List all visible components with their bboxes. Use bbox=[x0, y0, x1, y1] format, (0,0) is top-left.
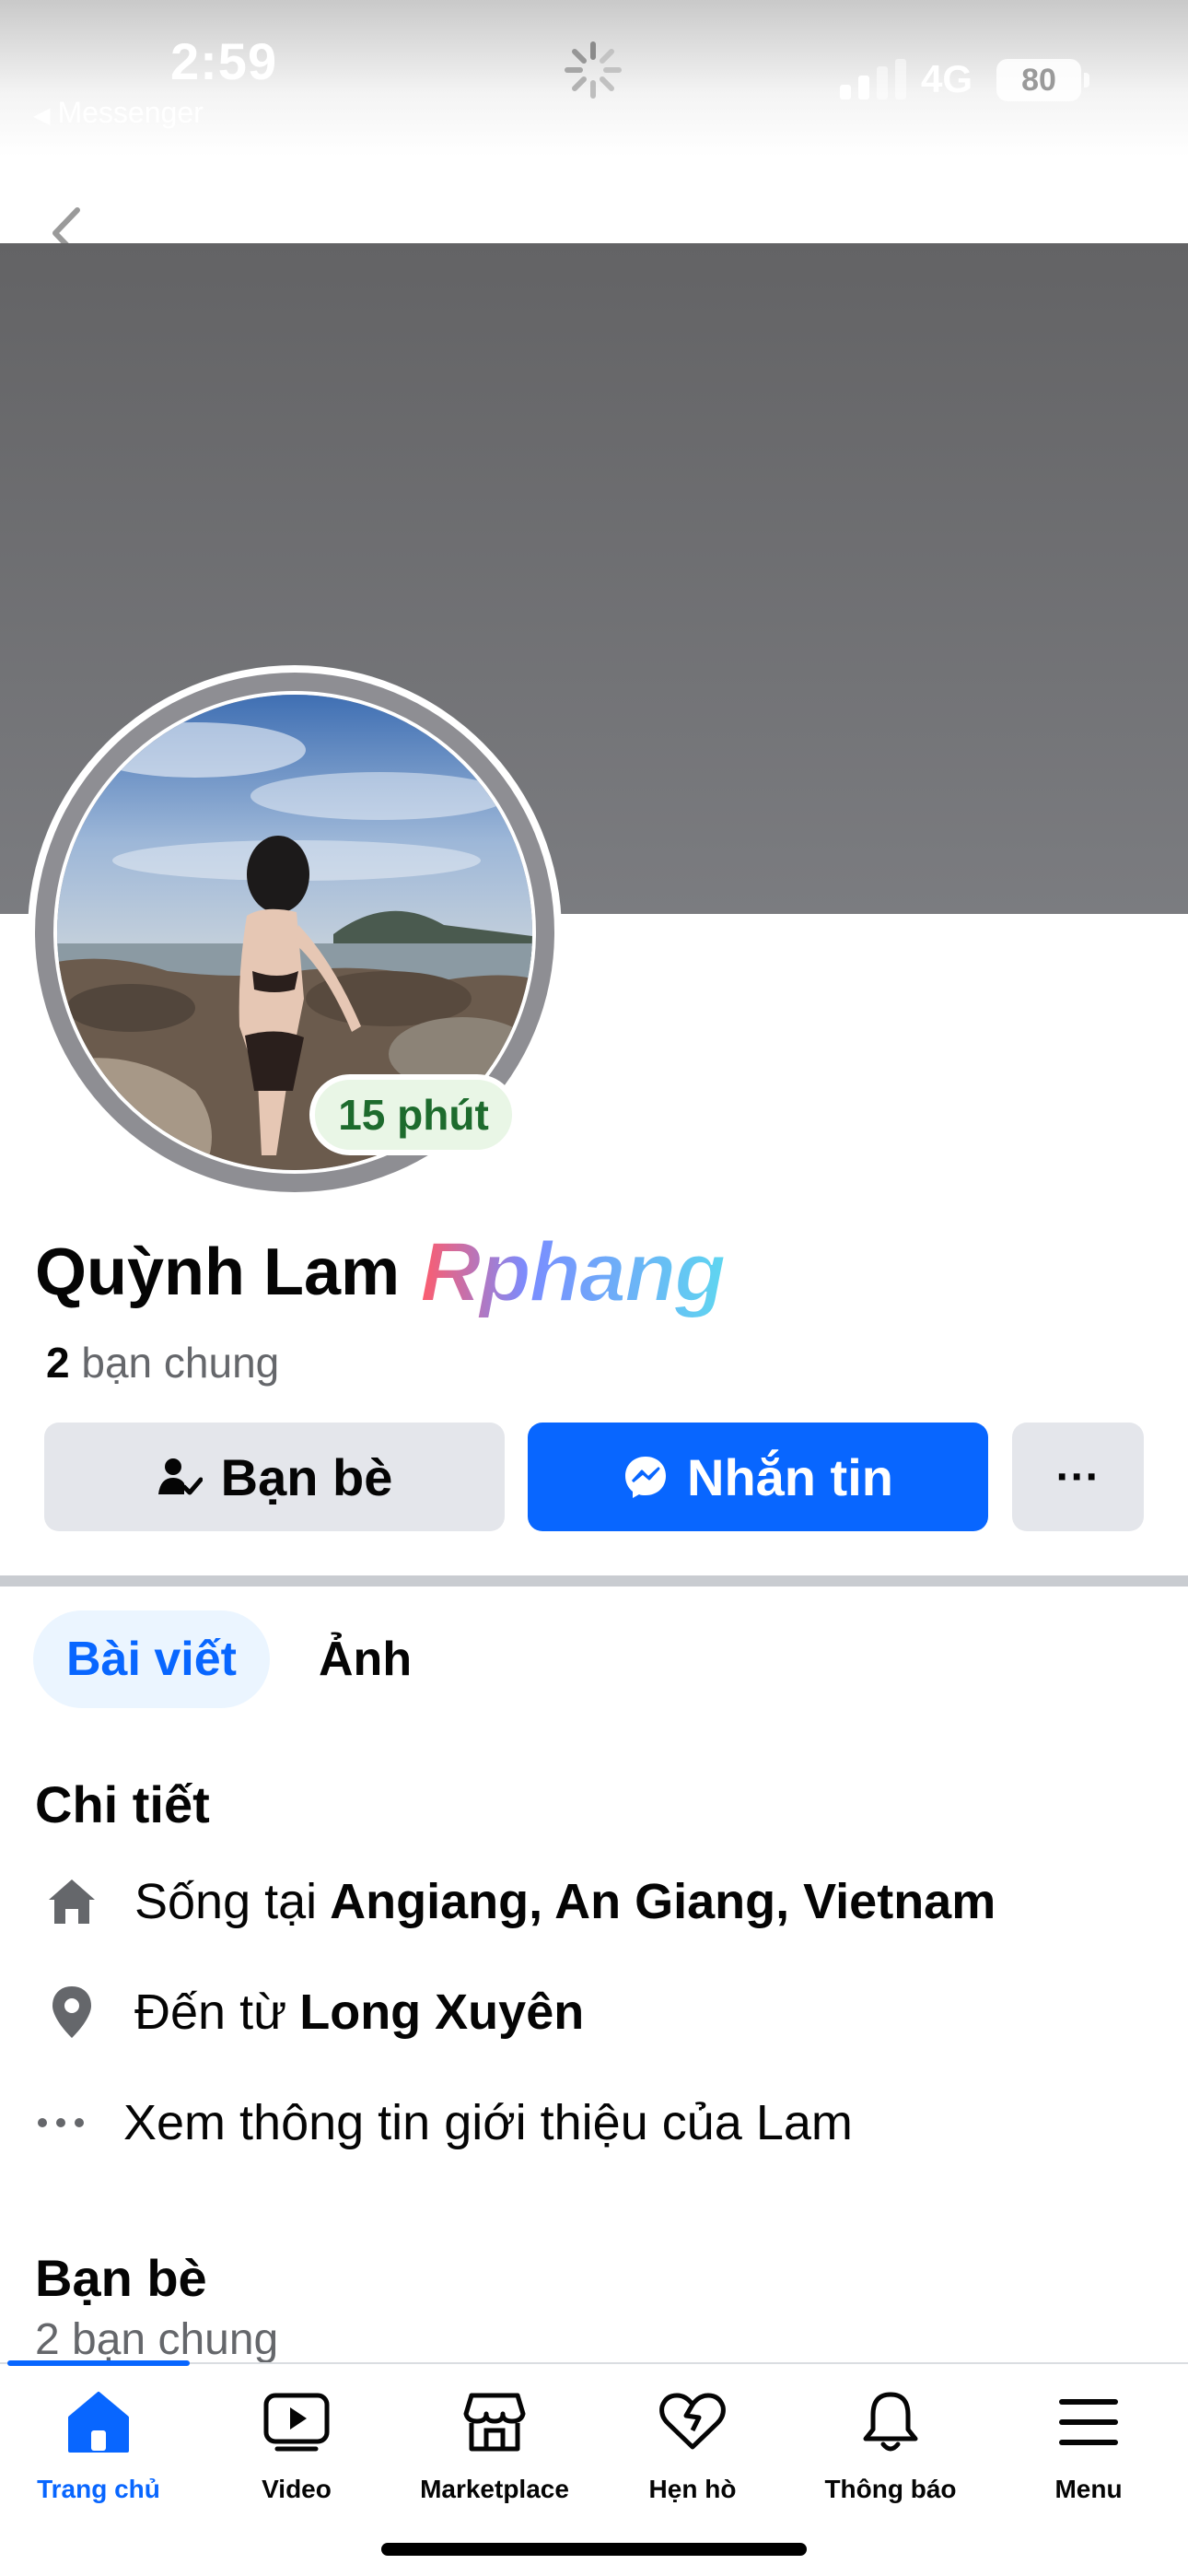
detail-lives-in: Sống tại Angiang, An Giang, Vietnam bbox=[35, 1865, 996, 1938]
loading-spinner-icon bbox=[565, 41, 622, 99]
back-app-label: Messenger bbox=[57, 96, 204, 129]
tab-posts[interactable]: Bài viết bbox=[33, 1610, 270, 1708]
status-time: 2:59 bbox=[170, 32, 278, 90]
nav-video[interactable]: Video bbox=[198, 2381, 395, 2519]
friends-section-subtitle: 2 bạn chung bbox=[35, 2315, 279, 2364]
nav-home[interactable]: Trang chủ bbox=[0, 2381, 197, 2519]
marketplace-icon bbox=[463, 2393, 526, 2452]
detail-from: Đến từ Long Xuyên bbox=[35, 1975, 584, 2049]
from-value[interactable]: Long Xuyên bbox=[299, 1984, 584, 2041]
location-pin-icon bbox=[52, 1986, 91, 2038]
home-indicator[interactable] bbox=[381, 2543, 807, 2556]
story-time-badge: 15 phút bbox=[309, 1074, 518, 1155]
ellipsis-icon bbox=[38, 2118, 84, 2127]
active-tab-indicator bbox=[7, 2360, 190, 2366]
nav-video-label: Video bbox=[262, 2475, 332, 2503]
tab-photos[interactable]: Ảnh bbox=[285, 1610, 445, 1708]
friends-button[interactable]: Bạn bè bbox=[44, 1423, 505, 1531]
nav-menu-label: Menu bbox=[1054, 2475, 1123, 2503]
details-title: Chi tiết bbox=[35, 1775, 210, 1833]
svg-text:Rphang: Rphang bbox=[420, 1225, 725, 1319]
nav-dating[interactable]: Hẹn hò bbox=[594, 2381, 791, 2519]
home-icon bbox=[49, 1879, 95, 1924]
lives-in-value[interactable]: Angiang, An Giang, Vietnam bbox=[330, 1873, 996, 1930]
cellular-signal-icon bbox=[840, 59, 906, 100]
nav-notifications-label: Thông báo bbox=[824, 2475, 957, 2503]
messenger-icon bbox=[625, 1457, 666, 1498]
bell-icon bbox=[863, 2392, 918, 2452]
from-prefix: Đến từ bbox=[134, 1985, 287, 2040]
nav-marketplace-label: Marketplace bbox=[420, 2475, 569, 2503]
message-button[interactable]: Nhắn tin bbox=[528, 1423, 988, 1531]
heart-icon bbox=[659, 2393, 726, 2450]
watermark-logo: Rphang bbox=[419, 1224, 728, 1320]
see-about-label: Xem thông tin giới thiệu của Lam bbox=[123, 2095, 853, 2150]
friends-button-label: Bạn bè bbox=[220, 1447, 393, 1506]
nav-home-label: Trang chủ bbox=[37, 2475, 160, 2503]
menu-icon bbox=[1059, 2399, 1118, 2445]
mutual-label: bạn chung bbox=[81, 1339, 280, 1387]
back-triangle-icon: ◀ bbox=[33, 103, 51, 128]
see-about-link[interactable]: Xem thông tin giới thiệu của Lam bbox=[24, 2086, 853, 2160]
message-button-label: Nhắn tin bbox=[687, 1447, 893, 1506]
mutual-friends-summary[interactable]: 2 bạn chung bbox=[46, 1338, 279, 1388]
more-options-icon: ··· bbox=[1055, 1452, 1101, 1502]
more-options-button[interactable]: ··· bbox=[1012, 1423, 1144, 1531]
section-divider bbox=[0, 1575, 1188, 1587]
friends-section-title: Bạn bè bbox=[35, 2249, 207, 2307]
profile-name: Quỳnh Lam bbox=[35, 1235, 401, 1309]
nav-marketplace[interactable]: Marketplace bbox=[396, 2381, 593, 2519]
friend-check-icon bbox=[157, 1458, 203, 1495]
nav-menu[interactable]: Menu bbox=[990, 2381, 1187, 2519]
network-type: 4G bbox=[921, 57, 973, 100]
video-icon bbox=[263, 2393, 330, 2452]
mutual-count: 2 bbox=[46, 1339, 70, 1387]
back-to-app-link[interactable]: ◀ Messenger bbox=[33, 96, 204, 130]
nav-dating-label: Hẹn hò bbox=[648, 2475, 737, 2503]
nav-notifications[interactable]: Thông báo bbox=[792, 2381, 989, 2519]
battery-indicator: 80 bbox=[996, 59, 1089, 101]
lives-in-prefix: Sống tại bbox=[134, 1874, 318, 1929]
home-icon bbox=[68, 2392, 129, 2453]
